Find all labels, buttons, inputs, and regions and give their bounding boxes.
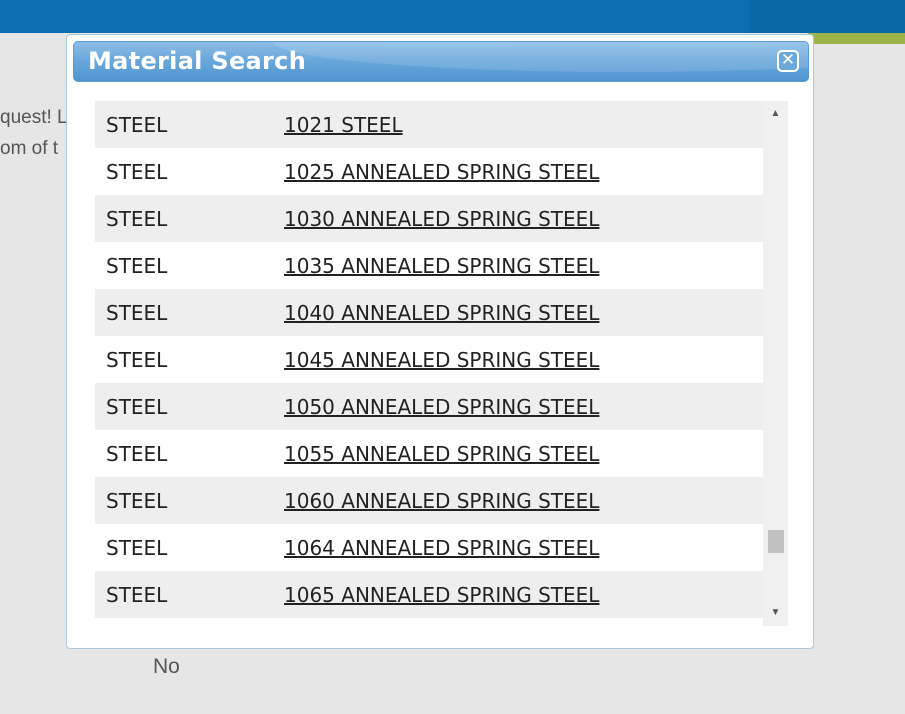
material-name-link[interactable]: 1064 ANNEALED SPRING STEEL	[284, 536, 599, 560]
material-name-link[interactable]: 1035 ANNEALED SPRING STEEL	[284, 254, 599, 278]
material-name-link[interactable]: 1021 STEEL	[284, 113, 403, 137]
material-name-link[interactable]: 1050 ANNEALED SPRING STEEL	[284, 395, 599, 419]
table-row: STEEL 1055 ANNEALED SPRING STEEL	[95, 430, 763, 477]
table-row: STEEL 1021 STEEL	[95, 101, 763, 148]
dialog-title-bar[interactable]: Material Search ✕	[73, 41, 809, 82]
material-category: STEEL	[106, 394, 168, 419]
material-name-link[interactable]: 1045 ANNEALED SPRING STEEL	[284, 348, 599, 372]
material-category: STEEL	[106, 441, 168, 466]
material-category: STEEL	[106, 159, 168, 184]
material-name-link[interactable]: 1025 ANNEALED SPRING STEEL	[284, 160, 599, 184]
table-row: STEEL 1035 ANNEALED SPRING STEEL	[95, 242, 763, 289]
material-search-dialog: Material Search ✕ STEEL 1021 STEEL STEEL 10…	[66, 34, 814, 649]
material-category: STEEL	[106, 300, 168, 325]
table-row: STEEL 1050 ANNEALED SPRING STEEL	[95, 383, 763, 430]
background-no-option[interactable]: No	[153, 655, 180, 679]
material-category: STEEL	[106, 253, 168, 278]
material-category: STEEL	[106, 535, 168, 560]
table-row: STEEL 1065 ANNEALED SPRING STEEL	[95, 571, 763, 618]
table-row: STEEL 1060 ANNEALED SPRING STEEL	[95, 477, 763, 524]
dialog-title: Material Search	[88, 47, 307, 75]
table-row: STEEL 1064 ANNEALED SPRING STEEL	[95, 524, 763, 571]
material-list: STEEL 1021 STEEL STEEL 1025 ANNEALED SPRING…	[95, 101, 763, 618]
material-category: STEEL	[106, 112, 168, 137]
scroll-down-arrow-icon[interactable]: ▼	[763, 602, 788, 624]
material-name-link[interactable]: 1040 ANNEALED SPRING STEEL	[284, 301, 599, 325]
table-row: STEEL 1030 ANNEALED SPRING STEEL	[95, 195, 763, 242]
material-name-link[interactable]: 1065 ANNEALED SPRING STEEL	[284, 583, 599, 607]
material-list-viewport[interactable]: STEEL 1021 STEEL STEEL 1025 ANNEALED SPRING…	[95, 101, 788, 626]
header-green-accent	[808, 33, 905, 44]
background-text-line-2: om of t	[0, 138, 59, 159]
material-name-link[interactable]: 1055 ANNEALED SPRING STEEL	[284, 442, 599, 466]
material-category: STEEL	[106, 488, 168, 513]
material-category: STEEL	[106, 582, 168, 607]
material-category: STEEL	[106, 347, 168, 372]
title-bar-decoration	[274, 42, 808, 72]
table-row: STEEL 1040 ANNEALED SPRING STEEL	[95, 289, 763, 336]
table-row: STEEL 1045 ANNEALED SPRING STEEL	[95, 336, 763, 383]
list-scrollbar[interactable]: ▲ ▼	[763, 101, 788, 626]
scroll-up-arrow-icon[interactable]: ▲	[763, 103, 788, 125]
material-category: STEEL	[106, 206, 168, 231]
top-header-accent	[750, 0, 905, 33]
scrollbar-thumb[interactable]	[768, 530, 784, 553]
material-name-link[interactable]: 1030 ANNEALED SPRING STEEL	[284, 207, 599, 231]
material-name-link[interactable]: 1060 ANNEALED SPRING STEEL	[284, 489, 599, 513]
table-row: STEEL 1025 ANNEALED SPRING STEEL	[95, 148, 763, 195]
close-icon[interactable]: ✕	[777, 50, 799, 72]
background-text-line-1: quest! L	[0, 107, 68, 128]
